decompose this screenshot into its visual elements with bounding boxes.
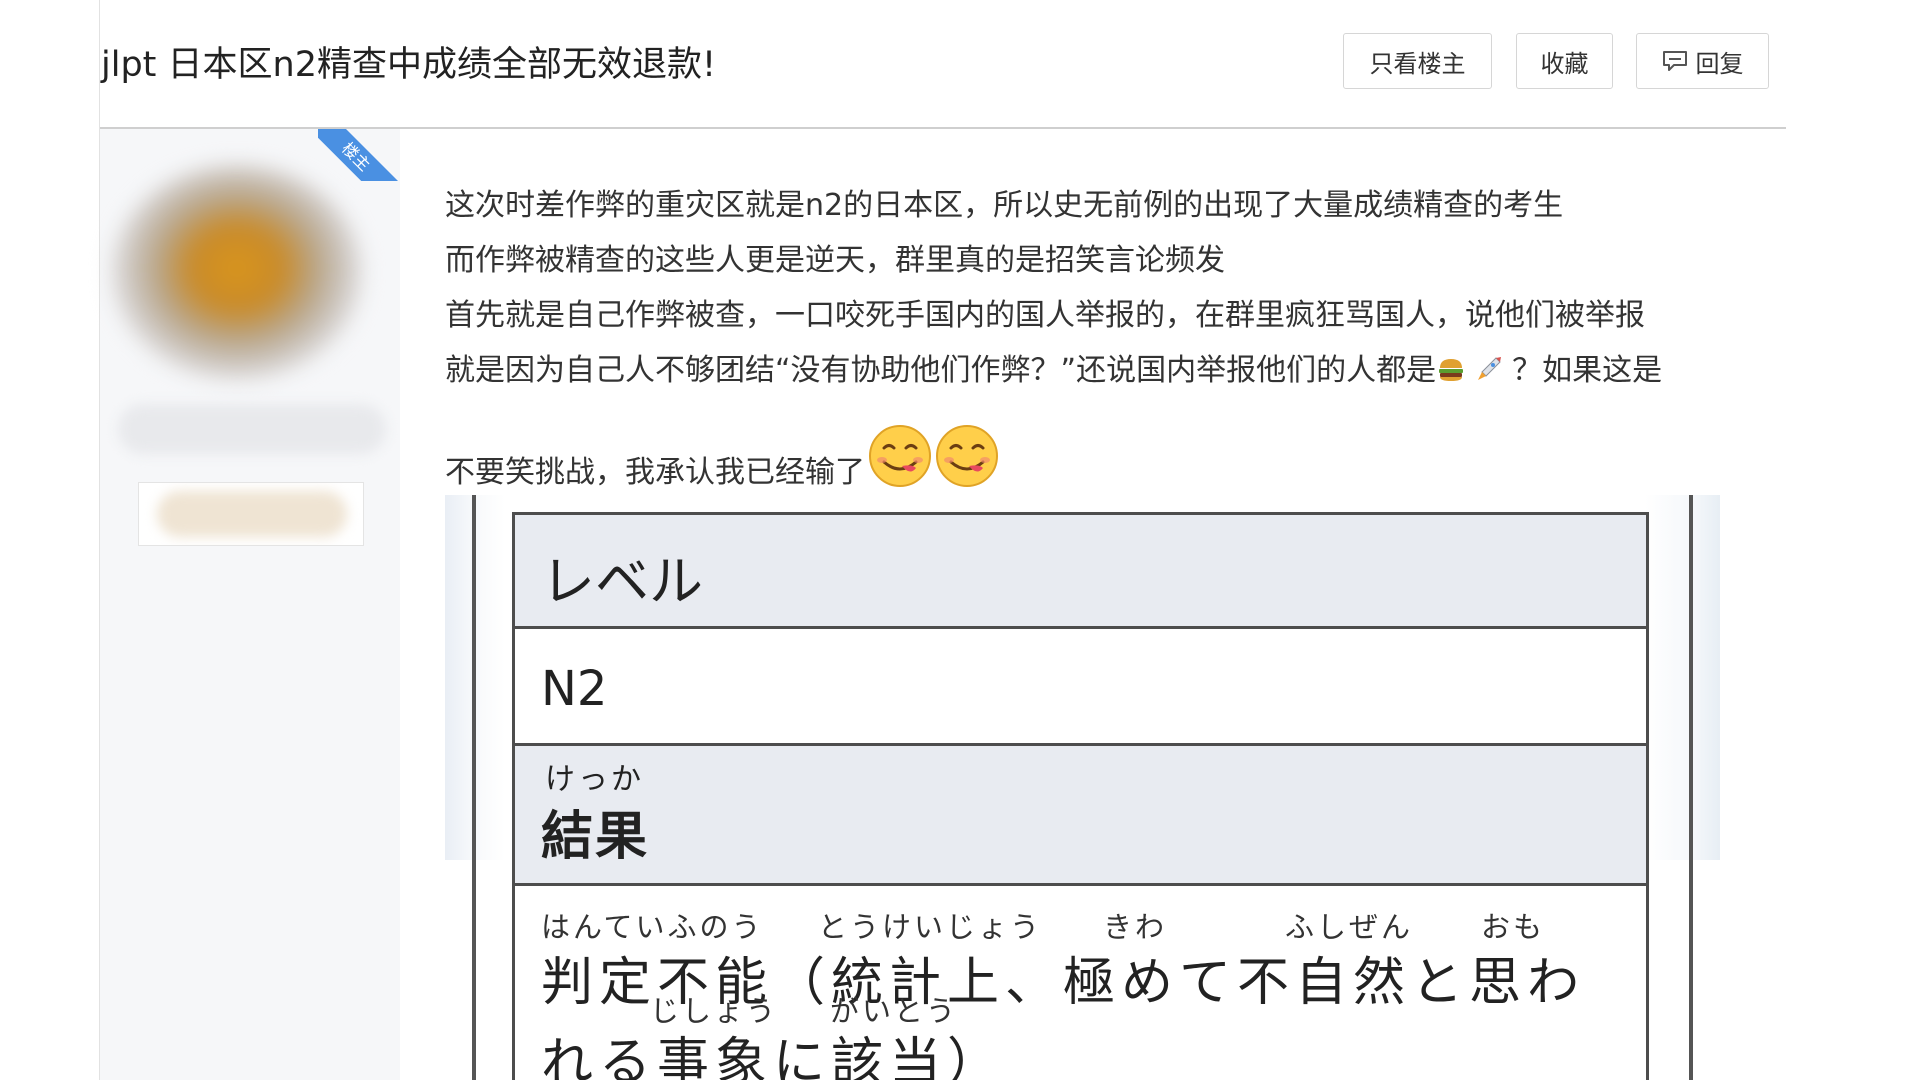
yum-face-emoji xyxy=(869,425,931,487)
result-ruby: けっか xyxy=(545,762,644,797)
favorite-button[interactable]: 收藏 xyxy=(1516,33,1613,89)
author-name-blurred[interactable] xyxy=(118,404,386,454)
post-line: 不要笑挑战，我承认我已经输了 xyxy=(445,424,1765,500)
level-value: N2 xyxy=(541,661,608,717)
only-op-button[interactable]: 只看楼主 xyxy=(1343,33,1492,89)
post-line: 就是因为自己人不够团结“没有协助他们作弊？”还说国内举报他们的人都是 ？如果这是 xyxy=(445,343,1765,398)
hamburger-icon xyxy=(1439,359,1464,381)
table-row-level-header: レベル xyxy=(515,515,1646,629)
reply-label: 回复 xyxy=(1695,49,1744,78)
result-detail-line2: れる事象に該当） xyxy=(541,1033,1006,1080)
level-header: レベル xyxy=(541,550,703,613)
post-line: 而作弊被精查的这些人更是逆天，群里真的是招笑言论频发 xyxy=(445,243,1225,278)
post-image[interactable]: レベル N2 けっか 結果 はんていふのう とうけいじょう きわ ふしぜん おも… xyxy=(445,495,1720,1080)
post-line: 这次时差作弊的重灾区就是n2的日本区，所以史无前例的出现了大量成绩精查的考生 xyxy=(445,188,1564,223)
phone-frame-left xyxy=(472,495,476,1080)
rocket-icon xyxy=(1478,357,1502,380)
phone-frame-right xyxy=(1689,495,1693,1080)
score-result-table: レベル N2 けっか 結果 はんていふのう とうけいじょう きわ ふしぜん おも… xyxy=(512,512,1649,1080)
yum-face-emoji xyxy=(936,425,998,487)
author-badge-blurred xyxy=(138,482,364,546)
post-line-text: ？如果这是 xyxy=(1512,353,1663,388)
table-row-level-value: N2 xyxy=(515,629,1646,746)
table-row-result-detail: はんていふのう とうけいじょう きわ ふしぜん おも 判定不能（統計上、極めて不… xyxy=(515,886,1646,1080)
only-op-label: 只看楼主 xyxy=(1369,49,1466,78)
comment-icon xyxy=(1662,51,1687,71)
post-line-text: 就是因为自己人不够团结“没有协助他们作弊？”还说国内举报他们的人都是 xyxy=(445,353,1437,388)
forum-thread-page: jlpt 日本区n2精查中成绩全部无效退款! 只看楼主 收藏 回复 楼主 这次时… xyxy=(0,0,1920,1080)
post-line: 首先就是自己作弊被查，一口咬死手国内的国人举报的，在群里疯狂骂国人，说他们被举报 xyxy=(445,298,1645,333)
op-badge-label: 楼主 xyxy=(318,129,400,181)
post-body: 这次时差作弊的重灾区就是n2的日本区，所以史无前例的出现了大量成绩精查的考生 而… xyxy=(445,178,1765,500)
avatar[interactable] xyxy=(112,165,362,380)
result-label: 結果 xyxy=(541,807,650,867)
reply-button[interactable]: 回复 xyxy=(1636,33,1769,89)
table-row-result-header: けっか 結果 xyxy=(515,746,1646,886)
favorite-label: 收藏 xyxy=(1540,49,1589,78)
op-badge: 楼主 xyxy=(318,129,400,181)
thread-title: jlpt 日本区n2精查中成绩全部无效退款! xyxy=(101,45,716,85)
post-line-text: 不要笑挑战，我承认我已经输了 xyxy=(445,455,865,490)
